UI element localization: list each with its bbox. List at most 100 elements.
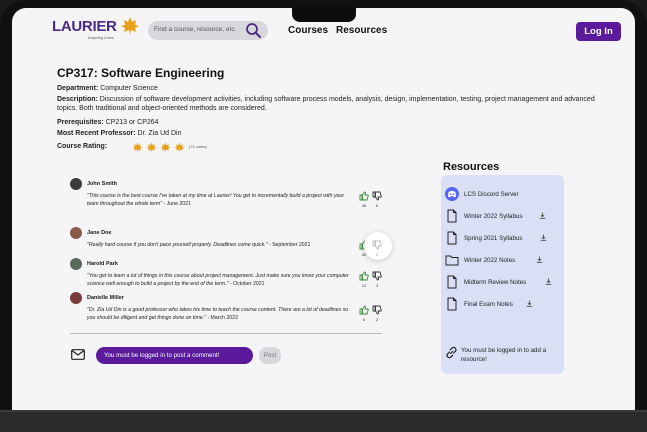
upvote-count: 12 — [361, 283, 367, 288]
file-icon — [447, 297, 457, 311]
department-label: Department: — [57, 85, 99, 92]
mail-icon — [71, 349, 85, 360]
prerequisites-row: Prerequisites: CP213 or CP264 — [57, 118, 597, 128]
thumbs-up-icon[interactable] — [359, 271, 369, 281]
download-icon[interactable] — [545, 278, 552, 285]
resource-item-winter-2022-notes[interactable]: Winter 2022 Notes — [445, 253, 561, 269]
comment-body: "This course is the best course I've tak… — [87, 193, 345, 207]
comment-input[interactable]: You must be logged in to post a comment! — [96, 347, 253, 364]
avatar — [70, 178, 82, 190]
download-icon[interactable] — [536, 256, 543, 263]
rating-stars — [132, 142, 185, 153]
downvote-count: 1 — [375, 252, 379, 257]
prerequisites-value: CP213 or CP264 — [105, 118, 159, 126]
file-icon — [447, 231, 457, 245]
resource-label: Winter 2022 Syllabus — [464, 213, 523, 220]
comment-date: - September 2021 — [268, 242, 311, 248]
nav-courses-link[interactable]: Courses — [288, 25, 328, 36]
professor-row: Most Recent Professor: Dr. Zia Ud Din — [57, 129, 597, 139]
resource-item-final-exam-notes[interactable]: Final Exam Notes — [445, 297, 561, 313]
thumbs-up-icon[interactable] — [359, 305, 369, 315]
comment-date: - June 2021 — [163, 200, 191, 207]
course-title: CP317: Software Engineering — [57, 66, 225, 80]
comment-date: - March 2022 — [207, 314, 238, 321]
comment-body: "You get to learn a lot of things in thi… — [87, 273, 349, 287]
browser-screen: LAURIER Inspiring Lives Find a course, r… — [12, 8, 635, 412]
downvote-count: 6 — [375, 203, 379, 208]
discord-icon — [445, 187, 459, 201]
avatar — [70, 227, 82, 239]
resource-item-spring-2021-syllabus[interactable]: Spring 2021 Syllabus — [445, 231, 561, 247]
login-button[interactable]: Log In — [576, 22, 621, 41]
resource-label: LCS Discord Server — [464, 191, 519, 198]
maple-leaf-icon — [121, 17, 139, 35]
resources-heading: Resources — [443, 161, 500, 173]
thumbs-down-icon[interactable] — [372, 191, 382, 201]
search-bar[interactable]: Find a course, resource, etc. — [148, 21, 268, 40]
rating-leaf-icon — [174, 142, 185, 152]
vote-controls: 36 6 — [357, 191, 385, 211]
nav-resources-link[interactable]: Resources — [336, 25, 387, 36]
downvote-count: 3 — [375, 283, 379, 288]
comment-author: Jane Doe — [87, 230, 112, 236]
resource-item-winter-2022-syllabus[interactable]: Winter 2022 Syllabus — [445, 209, 561, 225]
upvote-count: 5 — [362, 317, 366, 322]
rating-leaf-icon — [132, 142, 143, 152]
search-input[interactable]: Find a course, resource, etc. — [154, 26, 236, 33]
file-icon — [447, 275, 457, 289]
comment-text: "This course is the best course I've tak… — [87, 193, 355, 208]
description-label: Description: — [57, 95, 98, 103]
comment-body: "Really hard course if you don't pace yo… — [87, 242, 268, 248]
resource-item-midterm-review-notes[interactable]: Midterm Review Notes — [445, 275, 561, 291]
avatar — [70, 258, 82, 270]
laptop-base — [0, 412, 647, 432]
laurier-logo[interactable]: LAURIER Inspiring Lives — [52, 17, 139, 40]
comment-text: "Dr. Zia Ud Din is a good professor who … — [87, 307, 355, 322]
vote-controls: 12 3 — [357, 271, 385, 291]
rating-leaf-icon — [160, 142, 171, 152]
rating-row: Course Rating: (71 votes) — [57, 142, 597, 153]
search-icon[interactable] — [245, 22, 262, 39]
resource-label: Final Exam Notes — [464, 301, 513, 308]
thumbs-down-icon[interactable] — [372, 305, 382, 315]
professor-value: Dr. Zia Ud Din — [137, 130, 182, 137]
camera-notch — [292, 6, 356, 22]
prerequisites-label: Prerequisites: — [57, 118, 104, 126]
upvote-count: 36 — [361, 203, 367, 208]
comment-author: Harold Park — [87, 261, 118, 267]
resource-label: Spring 2021 Syllabus — [464, 235, 523, 242]
comment-date: - October 2021 — [229, 280, 265, 287]
logo-text: LAURIER — [52, 18, 117, 35]
folder-icon — [445, 255, 459, 266]
comment-author: John Smith — [87, 181, 117, 187]
resources-panel: LCS Discord Server Winter 2022 Syllabus … — [441, 175, 564, 374]
description-row: Description: Discussion of software deve… — [57, 95, 597, 114]
resource-label: Midterm Review Notes — [464, 279, 527, 286]
department-value: Computer Science — [100, 85, 158, 92]
thumbs-down-icon[interactable] — [372, 240, 382, 250]
thumbs-up-icon[interactable] — [359, 191, 369, 201]
course-info: CP317: Software Engineering Department: … — [57, 66, 597, 154]
download-icon[interactable] — [526, 300, 533, 307]
resource-item-discord[interactable]: LCS Discord Server — [445, 187, 561, 203]
department-row: Department: Computer Science — [57, 84, 597, 94]
resource-label: Winter 2022 Notes — [464, 257, 516, 264]
comment-text: "Really hard course if you don't pace yo… — [87, 242, 355, 250]
professor-label: Most Recent Professor: — [57, 130, 136, 137]
file-icon — [447, 209, 457, 223]
comments-divider — [70, 333, 382, 334]
thumbs-down-icon[interactable] — [372, 271, 382, 281]
download-icon[interactable] — [540, 234, 547, 241]
comment-text: "You get to learn a lot of things in thi… — [87, 273, 355, 288]
downvote-count: 2 — [375, 317, 379, 322]
rating-count: (71 votes) — [189, 144, 207, 150]
rating-label: Course Rating: — [57, 143, 108, 151]
post-button[interactable]: Post — [259, 347, 281, 364]
comment-author: Danielle Miller — [87, 295, 124, 301]
link-icon — [446, 346, 457, 359]
avatar — [70, 292, 82, 304]
vote-controls: 5 2 — [357, 305, 385, 325]
download-icon[interactable] — [539, 212, 546, 219]
add-resource-notice: You must be logged in to add a resource! — [461, 347, 547, 363]
rating-leaf-icon — [146, 142, 157, 152]
